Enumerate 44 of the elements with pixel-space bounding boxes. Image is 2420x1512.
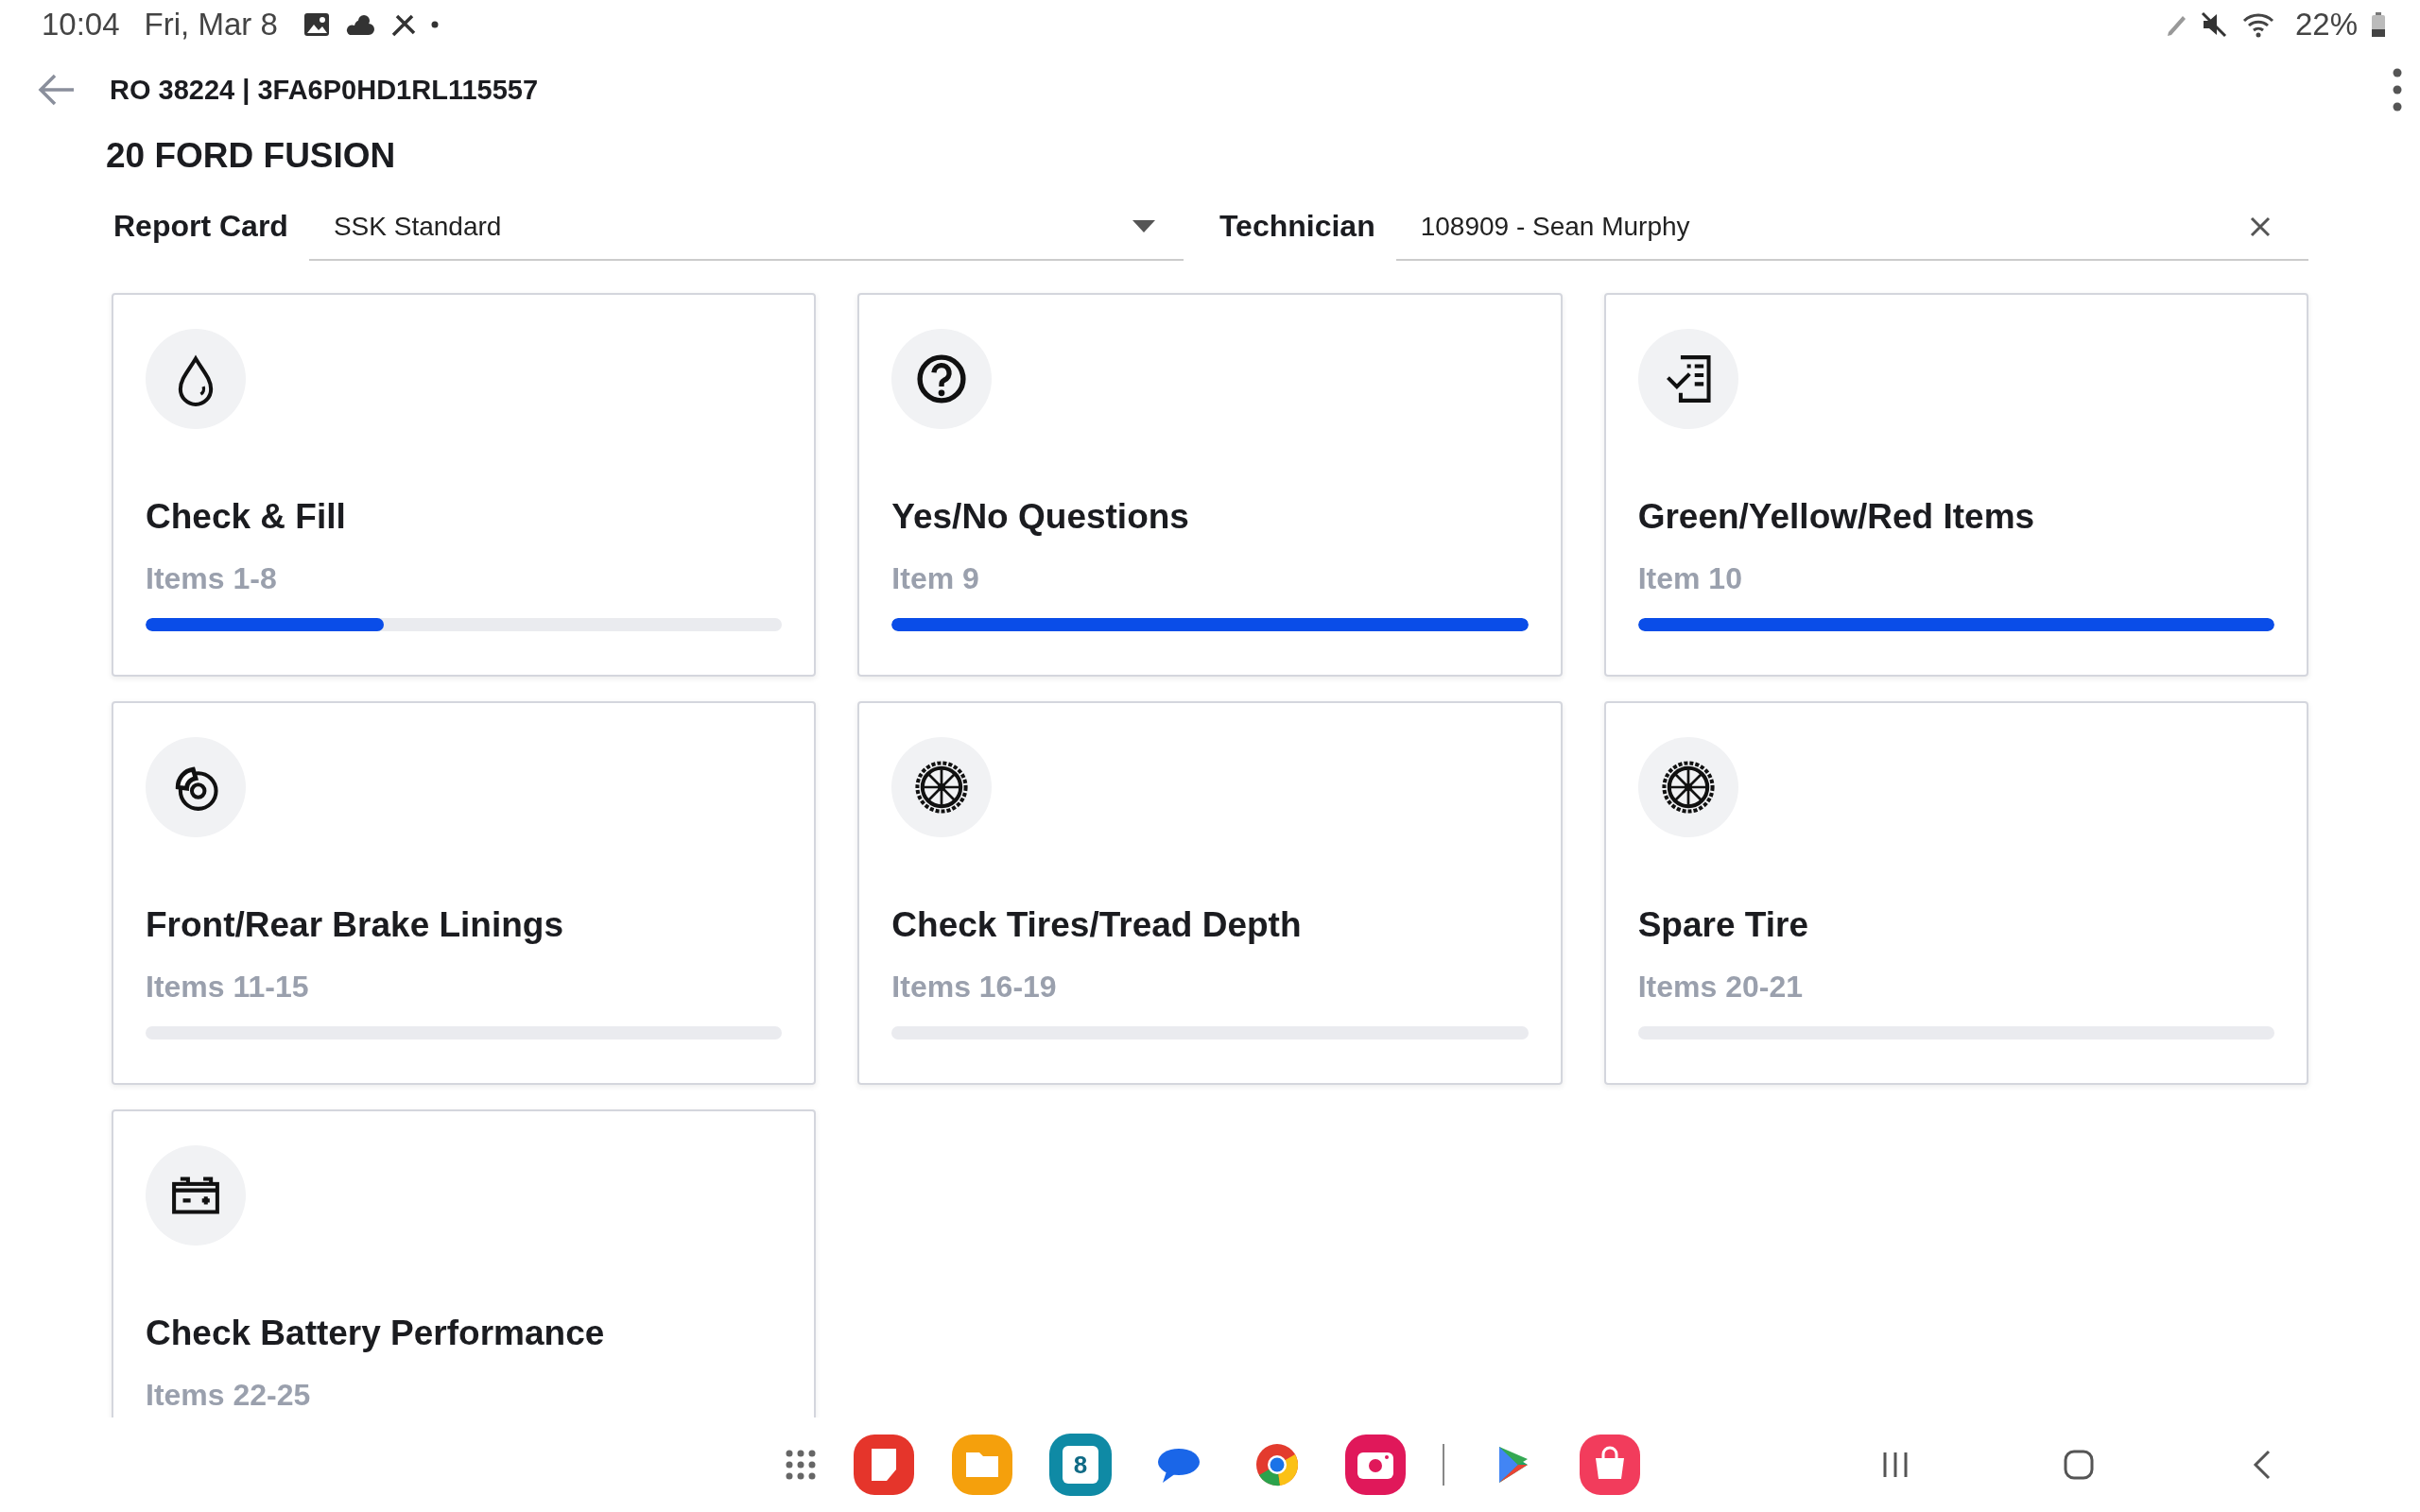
home-icon[interactable]: [2063, 1449, 2095, 1481]
category-card[interactable]: Check Tires/Tread Depth Items 16-19: [857, 701, 1563, 1085]
item-range: Item 10: [1637, 560, 1743, 597]
card-title: Spare Tire: [1637, 904, 1809, 946]
category-card[interactable]: Yes/No Questions Item 9: [857, 293, 1563, 677]
item-range: Items 1-8: [146, 560, 278, 597]
item-range: Items 22-25: [146, 1377, 312, 1414]
card-title: Front/Rear Brake Linings: [146, 904, 565, 946]
field-label: Technician: [1218, 209, 1376, 245]
more-options-icon[interactable]: [2392, 67, 2403, 112]
card-title: Check & Fill: [146, 496, 347, 538]
card-title: Yes/No Questions: [891, 496, 1190, 538]
clock: 10:04: [42, 7, 120, 43]
shopping-bag-icon[interactable]: [1579, 1434, 1641, 1496]
clear-icon[interactable]: [2250, 216, 2271, 237]
card-title: Check Battery Performance: [146, 1313, 606, 1354]
item-range: Items 20-21: [1637, 969, 1804, 1005]
report-card-dropdown[interactable]: SSK Standard: [308, 195, 1184, 261]
technician-field[interactable]: 108909 - Sean Murphy: [1395, 195, 2308, 261]
mute-icon: [2200, 10, 2229, 39]
image-icon: [302, 10, 331, 39]
category-card[interactable]: Check Battery Performance Items 22-25: [112, 1109, 817, 1418]
item-range: Items 16-19: [891, 969, 1058, 1005]
battery-percent: 22%: [2294, 7, 2358, 43]
category-card[interactable]: Front/Rear Brake Linings Items 11-15: [112, 701, 817, 1085]
app-grid-icon[interactable]: [785, 1449, 817, 1481]
category-card[interactable]: Check & Fill Items 1-8: [112, 293, 817, 677]
date: Fri, Mar 8: [144, 7, 278, 43]
field-label: Report Card: [112, 209, 289, 245]
category-card[interactable]: Green/Yellow/Red Items Item 10: [1603, 293, 2308, 677]
notes-icon[interactable]: [853, 1434, 915, 1496]
camera-icon[interactable]: [1344, 1434, 1407, 1496]
category-card[interactable]: Spare Tire Items 20-21: [1603, 701, 2308, 1085]
back-arrow-icon[interactable]: [38, 73, 76, 107]
calendar-app-icon[interactable]: 8: [1049, 1434, 1112, 1496]
page-title: RO 38224 | 3FA6P0HD1RL115557: [110, 74, 540, 106]
item-range: Item 9: [891, 560, 980, 597]
card-title: Check Tires/Tread Depth: [891, 904, 1303, 946]
item-range: Items 11-15: [146, 969, 310, 1005]
battery-icon: [2371, 10, 2386, 39]
dot-icon: [430, 21, 439, 28]
card-title: Green/Yellow/Red Items: [1637, 496, 2036, 538]
dropdown-caret-icon: [1132, 220, 1155, 233]
vehicle-title: 20 FORD FUSION: [106, 136, 397, 177]
